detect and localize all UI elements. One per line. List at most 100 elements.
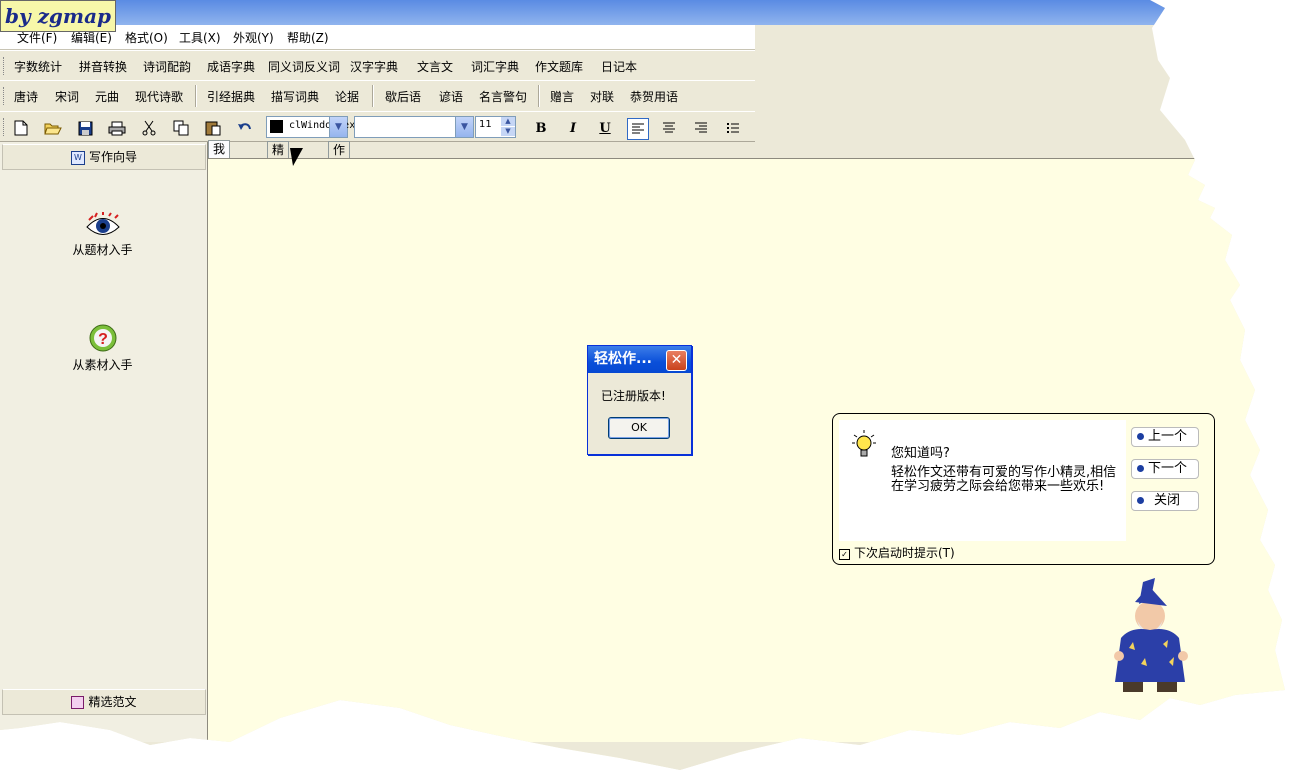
toolbar-separator	[372, 85, 374, 107]
checkbox-box[interactable]: ✓	[839, 549, 850, 560]
yuan-qu-button[interactable]: 元曲	[95, 88, 119, 105]
next-tip-button[interactable]: 下一个	[1131, 459, 1199, 479]
color-swatch	[270, 120, 283, 133]
open-folder-icon[interactable]	[43, 118, 63, 138]
selected-essays-icon	[71, 696, 85, 709]
dialog-message: 已注册版本!	[601, 389, 666, 403]
topic-start-button[interactable]: 从题材入手	[40, 212, 165, 258]
cut-icon[interactable]	[139, 118, 159, 138]
material-start-button[interactable]: ? 从素材入手	[40, 323, 165, 373]
align-left-icon[interactable]	[627, 118, 649, 140]
song-ci-button[interactable]: 宋词	[55, 88, 79, 105]
tab-my-essays[interactable]: 我的作文	[208, 140, 231, 204]
citations-button[interactable]: 引经据典	[207, 88, 255, 105]
tab-selected-essays[interactable]: 精选范文	[267, 141, 290, 205]
previous-tip-label: 上一个	[1148, 429, 1188, 444]
synonym-button[interactable]: 同义词反义词	[268, 58, 340, 75]
diary-button[interactable]: 日记本	[601, 58, 637, 75]
bullet-list-icon[interactable]	[723, 118, 743, 138]
spin-up-icon[interactable]: ▲	[501, 117, 515, 126]
couplets-button[interactable]: 对联	[590, 88, 614, 105]
new-file-icon[interactable]	[11, 118, 31, 138]
chevron-down-icon[interactable]: ▼	[455, 117, 473, 137]
writing-guide-label: 写作向导	[88, 150, 137, 164]
toolbar-tools: 字数统计 拼音转换 诗词配韵 成语字典 同义词反义词 汉字字典 文言文 词汇字典…	[0, 50, 755, 81]
show-tips-label: 下次启动时提示(T)	[854, 546, 955, 560]
toolbar-grip[interactable]	[3, 118, 7, 136]
menu-appearance[interactable]: 外观(Y)	[233, 29, 274, 46]
rhyme-button[interactable]: 诗词配韵	[143, 58, 191, 75]
align-right-icon[interactable]	[691, 118, 711, 138]
tip-balloon: 您知道吗? 轻松作文还带有可爱的写作小精灵,相信在学习疲劳之际会给您带来一些欢乐…	[832, 413, 1215, 565]
italic-icon[interactable]: I	[563, 118, 583, 138]
underline-icon[interactable]: U	[595, 118, 615, 138]
menu-help[interactable]: 帮助(Z)	[287, 29, 329, 46]
print-icon[interactable]	[107, 118, 127, 138]
arguments-button[interactable]: 论据	[335, 88, 359, 105]
status-bar	[0, 742, 1285, 770]
vocabulary-button[interactable]: 词汇字典	[471, 58, 519, 75]
tip-content: 您知道吗? 轻松作文还带有可爱的写作小精灵,相信在学习疲劳之际会给您带来一些欢乐…	[839, 420, 1126, 541]
bullet-icon	[1137, 432, 1144, 440]
chevron-down-icon[interactable]: ▼	[329, 117, 347, 137]
tip-title: 您知道吗?	[891, 446, 950, 461]
toolbar-literature: 唐诗 宋词 元曲 现代诗歌 引经据典 描写词典 论据 歇后语 谚语 名言警句 赠…	[0, 80, 755, 112]
classical-chinese-button[interactable]: 文言文	[417, 58, 453, 75]
close-tip-button[interactable]: 关闭	[1131, 491, 1199, 511]
paste-icon[interactable]	[203, 118, 223, 138]
pinyin-button[interactable]: 拼音转换	[79, 58, 127, 75]
eye-icon	[85, 212, 120, 235]
ok-button[interactable]: OK	[608, 417, 670, 439]
question-mark-icon: ?	[89, 324, 116, 352]
save-icon[interactable]	[75, 118, 95, 138]
previous-tip-button[interactable]: 上一个	[1131, 427, 1199, 447]
word-count-button[interactable]: 字数统计	[14, 58, 62, 75]
famous-quotes-button[interactable]: 名言警句	[479, 88, 527, 105]
close-icon[interactable]: ✕	[666, 350, 687, 371]
toolbar-separator	[195, 85, 197, 107]
next-tip-label: 下一个	[1148, 461, 1188, 476]
toolbar-grip[interactable]	[3, 57, 7, 75]
proverbs-button[interactable]: 谚语	[439, 88, 463, 105]
wizard-character-icon[interactable]	[1111, 578, 1189, 696]
show-tips-checkbox[interactable]: ✓ 下次启动时提示(T)	[839, 544, 955, 561]
toolbar-format: clWindowText ▼ ▼ 11 ▲ ▼ B I U	[0, 111, 755, 142]
undo-icon[interactable]	[235, 118, 255, 138]
font-size-value: 11	[479, 119, 492, 130]
writing-guide-header[interactable]: W 写作向导	[2, 144, 206, 170]
tang-poems-button[interactable]: 唐诗	[14, 88, 38, 105]
selected-essays-header[interactable]: 精选范文	[2, 689, 206, 715]
topic-start-label: 从题材入手	[72, 243, 133, 257]
font-name-select[interactable]: ▼	[354, 116, 474, 138]
greetings-button[interactable]: 恭贺用语	[630, 88, 678, 105]
spin-down-icon[interactable]: ▼	[501, 127, 515, 136]
bold-icon[interactable]: B	[531, 118, 551, 138]
app-window: 文件(F) 编辑(E) 格式(O) 工具(X) 外观(Y) 帮助(Z) 字数统计…	[0, 0, 1285, 770]
toolbar-grip[interactable]	[3, 87, 7, 105]
tab-writing-tips[interactable]: 作文技巧	[328, 141, 351, 205]
word-doc-icon: W	[70, 150, 85, 165]
idiom-dictionary-button[interactable]: 成语字典	[207, 58, 255, 75]
lightbulb-icon	[852, 430, 876, 457]
bullet-icon	[1137, 464, 1144, 472]
align-center-icon[interactable]	[659, 118, 679, 138]
title-bar	[0, 0, 1285, 25]
font-size-spinner[interactable]: 11 ▲ ▼	[475, 116, 516, 138]
sidebar: W 写作向导 从题材入手 ? 从素材入手 精选范文	[0, 142, 208, 742]
character-dictionary-button[interactable]: 汉字字典	[350, 58, 398, 75]
description-dictionary-button[interactable]: 描写词典	[271, 88, 319, 105]
balloon-tail	[290, 148, 303, 166]
essay-topics-button[interactable]: 作文题库	[535, 58, 583, 75]
menu-format[interactable]: 格式(O)	[125, 29, 168, 46]
color-value: clWindowText	[289, 120, 362, 131]
farewell-words-button[interactable]: 赠言	[550, 88, 574, 105]
tip-text: 轻松作文还带有可爱的写作小精灵,相信在学习疲劳之际会给您带来一些欢乐!	[891, 465, 1117, 494]
xiehouyu-button[interactable]: 歇后语	[385, 88, 421, 105]
selected-essays-label: 精选范文	[88, 695, 137, 709]
bullet-icon	[1137, 496, 1144, 504]
modern-poetry-button[interactable]: 现代诗歌	[135, 88, 183, 105]
material-start-label: 从素材入手	[72, 358, 133, 372]
menu-tools[interactable]: 工具(X)	[179, 29, 221, 46]
copy-icon[interactable]	[171, 118, 191, 138]
color-select[interactable]: clWindowText ▼	[266, 116, 361, 138]
